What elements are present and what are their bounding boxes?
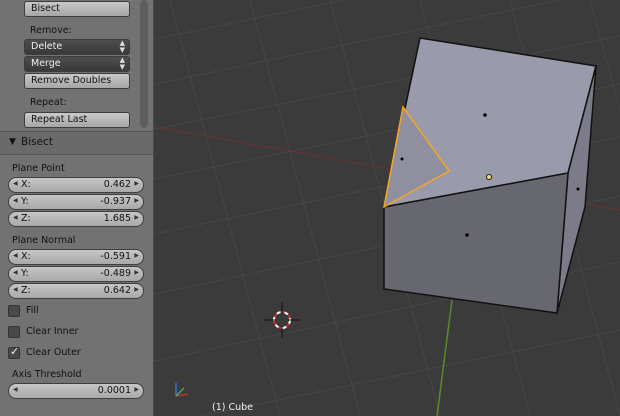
decrement-arrow-icon[interactable]: ◀ bbox=[13, 180, 18, 187]
tool-shelf: Bisect Remove: Delete ▲ ▼ Merge ▲ ▼ Remove… bbox=[0, 0, 154, 416]
dropdown-arrows-icon: ▲ ▼ bbox=[119, 39, 125, 54]
field-label: Y: bbox=[21, 196, 29, 207]
plane-point-y-field[interactable]: ◀ Y: -0.937 ▶ bbox=[8, 194, 144, 210]
plane-point-label: Plane Point bbox=[12, 163, 65, 174]
field-label: X: bbox=[21, 179, 31, 190]
field-value: -0.489 bbox=[100, 268, 131, 279]
clear-inner-label: Clear Inner bbox=[26, 326, 79, 337]
axis-threshold-label: Axis Threshold bbox=[12, 369, 82, 380]
field-label: Z: bbox=[21, 285, 31, 296]
object-name-label: (1) Cube bbox=[212, 402, 254, 413]
fill-label: Fill bbox=[26, 305, 39, 316]
remove-label: Remove: bbox=[30, 25, 72, 36]
repeat-last-button[interactable]: Repeat Last bbox=[24, 112, 130, 128]
plane-normal-z-field[interactable]: ◀ Z: 0.642 ▶ bbox=[8, 283, 144, 299]
decrement-arrow-icon[interactable]: ◀ bbox=[13, 269, 18, 276]
increment-arrow-icon[interactable]: ▶ bbox=[134, 386, 139, 393]
field-label: Y: bbox=[21, 268, 29, 279]
field-value: 1.685 bbox=[103, 213, 131, 224]
face-dot bbox=[576, 187, 580, 191]
delete-dropdown[interactable]: Delete ▲ ▼ bbox=[24, 39, 130, 55]
decrement-arrow-icon[interactable]: ◀ bbox=[13, 252, 18, 259]
clear-outer-label: Clear Outer bbox=[26, 347, 81, 358]
field-value: -0.937 bbox=[100, 196, 131, 207]
increment-arrow-icon[interactable]: ▶ bbox=[134, 180, 139, 187]
plane-point-z-field[interactable]: ◀ Z: 1.685 ▶ bbox=[8, 211, 144, 227]
decrement-arrow-icon[interactable]: ◀ bbox=[13, 197, 18, 204]
remove-doubles-button[interactable]: Remove Doubles bbox=[24, 73, 130, 89]
bisect-panel-header[interactable]: ▼ Bisect bbox=[0, 131, 153, 155]
dropdown-arrows-icon: ▲ ▼ bbox=[119, 56, 125, 71]
bisect-panel-title: Bisect bbox=[21, 136, 53, 148]
plane-point-x-field[interactable]: ◀ X: 0.462 ▶ bbox=[8, 177, 144, 193]
field-label: Z: bbox=[21, 213, 31, 224]
tool-shelf-buttons: Bisect Remove: Delete ▲ ▼ Merge ▲ ▼ Remove… bbox=[0, 0, 153, 131]
merge-dropdown-label: Merge bbox=[31, 58, 61, 69]
field-value: -0.591 bbox=[100, 251, 131, 262]
increment-arrow-icon[interactable]: ▶ bbox=[134, 269, 139, 276]
repeat-label: Repeat: bbox=[30, 97, 67, 108]
decrement-arrow-icon[interactable]: ◀ bbox=[13, 386, 18, 393]
axis-threshold-field[interactable]: ◀ 0.0001 ▶ bbox=[8, 383, 144, 399]
field-value: 0.462 bbox=[103, 179, 131, 190]
plane-normal-label: Plane Normal bbox=[12, 235, 76, 246]
field-value: 0.642 bbox=[103, 285, 131, 296]
increment-arrow-icon[interactable]: ▶ bbox=[134, 286, 139, 293]
plane-normal-y-field[interactable]: ◀ Y: -0.489 ▶ bbox=[8, 266, 144, 282]
increment-arrow-icon[interactable]: ▶ bbox=[134, 214, 139, 221]
face-dot bbox=[400, 157, 404, 161]
plane-normal-x-field[interactable]: ◀ X: -0.591 ▶ bbox=[8, 249, 144, 265]
checkmark-icon: ✓ bbox=[10, 345, 20, 358]
field-value: 0.0001 bbox=[97, 385, 131, 396]
merge-dropdown[interactable]: Merge ▲ ▼ bbox=[24, 56, 130, 72]
fill-checkbox[interactable] bbox=[8, 305, 20, 317]
decrement-arrow-icon[interactable]: ◀ bbox=[13, 286, 18, 293]
delete-dropdown-label: Delete bbox=[31, 41, 63, 52]
clear-outer-checkbox[interactable]: ✓ bbox=[8, 345, 20, 359]
field-label: X: bbox=[21, 251, 31, 262]
selected-vertex[interactable] bbox=[485, 173, 492, 180]
clear-inner-checkbox[interactable] bbox=[8, 326, 20, 338]
decrement-arrow-icon[interactable]: ◀ bbox=[13, 214, 18, 221]
face-dot bbox=[465, 233, 469, 237]
increment-arrow-icon[interactable]: ▶ bbox=[134, 197, 139, 204]
bisect-button[interactable]: Bisect bbox=[24, 1, 130, 17]
face-dot bbox=[483, 113, 487, 117]
tool-shelf-scrollbar[interactable] bbox=[140, 0, 148, 128]
increment-arrow-icon[interactable]: ▶ bbox=[134, 252, 139, 259]
collapse-triangle-icon[interactable]: ▼ bbox=[9, 137, 16, 147]
